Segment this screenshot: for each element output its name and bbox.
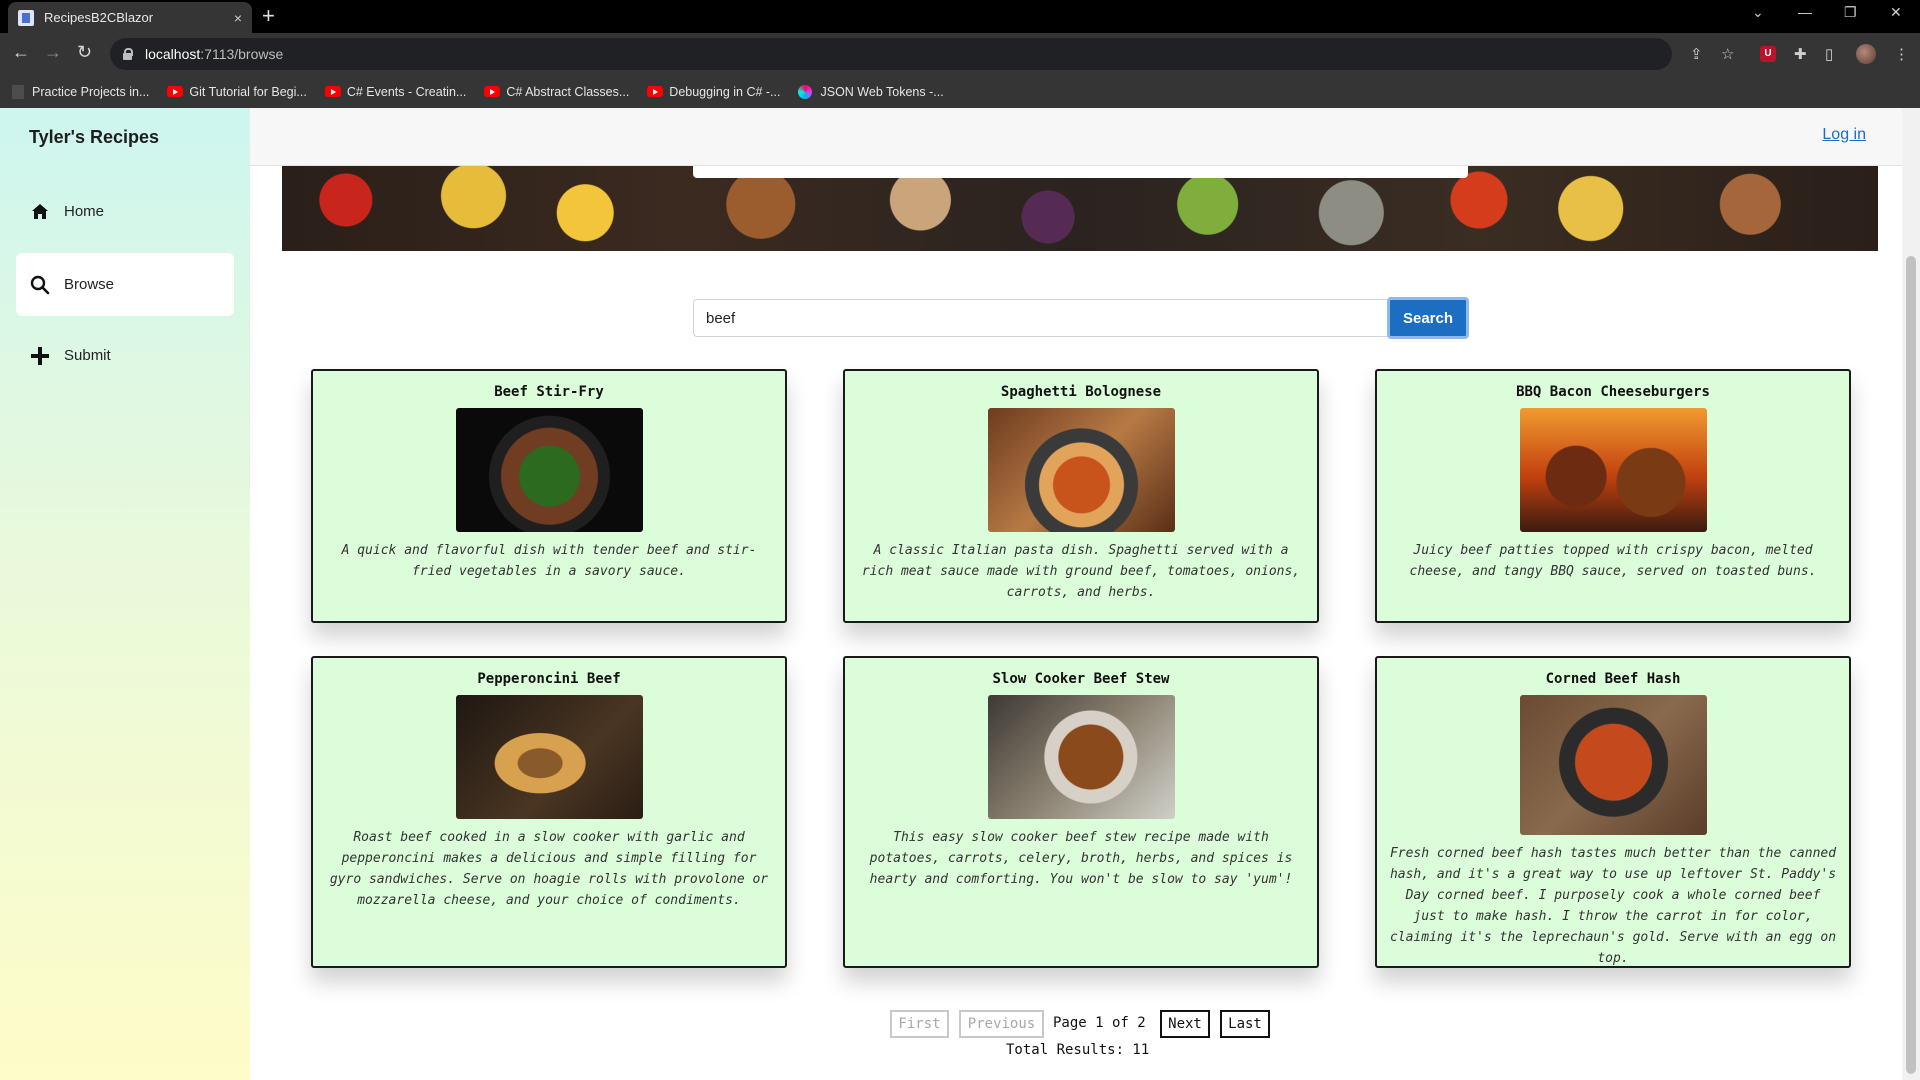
beef-stew-photo: [987, 695, 1175, 819]
recipe-title: Beef Stir-Fry: [494, 384, 604, 400]
recipe-card[interactable]: BBQ Bacon Cheeseburgers Juicy beef patti…: [1375, 369, 1851, 623]
bookmark-label: C# Events - Creatin...: [346, 84, 467, 99]
bookmark-item[interactable]: C# Events - Creatin...: [324, 84, 467, 99]
recipe-card[interactable]: Pepperoncini Beef Roast beef cooked in a…: [311, 656, 787, 968]
bookmark-label: Debugging in C# -...: [669, 84, 781, 99]
restore-icon[interactable]: ❐: [1844, 4, 1857, 21]
cheeseburger-photo: [1519, 408, 1707, 532]
banner-overlay: [693, 166, 1468, 178]
reload-icon[interactable]: ↻: [77, 42, 92, 63]
last-page-button[interactable]: Last: [1220, 1010, 1270, 1038]
login-link[interactable]: Log in: [1822, 126, 1866, 144]
recipe-card[interactable]: Spaghetti Bolognese A classic Italian pa…: [843, 369, 1319, 623]
extensions-puzzle-icon[interactable]: ✚: [1794, 45, 1807, 63]
ublock-extension-icon[interactable]: U: [1760, 46, 1776, 62]
tab-title: RecipesB2CBlazor: [44, 10, 154, 25]
bookmarks-bar: Practice Projects in... Git Tutorial for…: [0, 75, 1920, 108]
youtube-icon: [647, 86, 664, 97]
nav-browse-label: Browse: [64, 276, 115, 293]
recipe-title: Slow Cooker Beef Stew: [992, 671, 1170, 687]
recipe-description: Fresh corned beef hash tastes much bette…: [1389, 846, 1837, 966]
jwt-icon: [798, 84, 813, 99]
profile-avatar[interactable]: [1856, 44, 1876, 64]
bookmark-label: Git Tutorial for Begi...: [189, 84, 307, 99]
home-icon: [30, 202, 50, 222]
url-path: :7113/browse: [200, 46, 284, 62]
close-window-icon[interactable]: ✕: [1890, 4, 1902, 21]
previous-page-button[interactable]: Previous: [959, 1010, 1044, 1038]
stir-fry-photo: [455, 408, 643, 532]
page-scrollbar[interactable]: [1902, 108, 1920, 1080]
nav-submit-label: Submit: [64, 347, 111, 364]
search-button[interactable]: Search: [1387, 297, 1469, 339]
total-results: Total Results: 11: [1006, 1042, 1150, 1058]
recipe-description: A classic Italian pasta dish. Spaghetti …: [861, 543, 1301, 600]
recipe-card[interactable]: Slow Cooker Beef Stew This easy slow coo…: [843, 656, 1319, 968]
bookmark-item[interactable]: C# Abstract Classes...: [484, 85, 629, 99]
brand-title[interactable]: Tyler's Recipes: [29, 127, 159, 148]
recipe-description: Juicy beef patties topped with crispy ba…: [1409, 543, 1817, 579]
nav-home[interactable]: Home: [16, 180, 234, 243]
share-icon[interactable]: ⇪: [1690, 45, 1703, 63]
recipe-title: BBQ Bacon Cheeseburgers: [1516, 384, 1710, 400]
page-info: Page 1 of 2: [1053, 1015, 1146, 1031]
top-row: Log in: [250, 108, 1902, 166]
address-bar-row: ← → ↻ localhost:7113/browse ⇪ ☆ U ✚ ▯ ⋮: [0, 33, 1920, 75]
side-panel-icon[interactable]: ▯: [1825, 45, 1833, 63]
search-input[interactable]: [693, 299, 1387, 337]
recipe-title: Pepperoncini Beef: [477, 671, 621, 687]
recipe-title: Corned Beef Hash: [1545, 671, 1681, 687]
lock-icon: [122, 48, 133, 60]
url-field[interactable]: localhost:7113/browse: [110, 38, 1672, 70]
url-host: localhost: [145, 46, 201, 62]
first-page-button[interactable]: First: [890, 1010, 949, 1038]
bookmark-label: C# Abstract Classes...: [506, 84, 630, 99]
spaghetti-photo: [987, 408, 1175, 532]
next-page-button[interactable]: Next: [1160, 1010, 1210, 1038]
bookmark-star-icon[interactable]: ☆: [1721, 45, 1734, 63]
recipe-card[interactable]: Beef Stir-Fry A quick and flavorful dish…: [311, 369, 787, 623]
youtube-icon: [167, 86, 184, 97]
bookmark-label: Practice Projects in...: [32, 84, 150, 99]
nav-home-label: Home: [64, 203, 105, 220]
youtube-icon: [484, 86, 501, 97]
search-icon: [30, 275, 50, 295]
bookmark-item[interactable]: JSON Web Tokens -...: [798, 84, 944, 99]
sidebar: Tyler's Recipes Home Browse Submit: [0, 108, 250, 1080]
hero-banner-image: [282, 166, 1878, 251]
corned-beef-hash-photo: [1519, 695, 1707, 835]
nav-submit[interactable]: Submit: [16, 324, 234, 387]
tab-search-icon[interactable]: ⌄: [1752, 4, 1764, 21]
recipe-title: Spaghetti Bolognese: [1000, 384, 1162, 400]
scrollbar-thumb[interactable]: [1906, 256, 1916, 1074]
recipe-description: A quick and flavorful dish with tender b…: [341, 543, 757, 579]
plus-icon: [30, 346, 50, 366]
pepperoncini-sandwich-photo: [455, 695, 643, 819]
page-favicon-icon: [18, 9, 34, 26]
new-tab-button[interactable]: +: [262, 4, 275, 28]
back-icon[interactable]: ←: [12, 42, 30, 63]
recipe-card[interactable]: Corned Beef Hash Fresh corned beef hash …: [1375, 656, 1851, 968]
bookmark-item[interactable]: Git Tutorial for Begi...: [167, 84, 307, 99]
bookmark-label: JSON Web Tokens -...: [820, 84, 944, 99]
bookmark-item[interactable]: Practice Projects in...: [12, 84, 150, 99]
youtube-icon: [324, 86, 341, 97]
browser-menu-icon[interactable]: ⋮: [1894, 45, 1909, 63]
recipe-description: This easy slow cooker beef stew recipe m…: [869, 830, 1293, 887]
bookmark-item[interactable]: Debugging in C# -...: [647, 85, 780, 99]
document-icon: [12, 84, 24, 99]
tab-close-icon[interactable]: ×: [234, 10, 242, 26]
nav-browse[interactable]: Browse: [16, 253, 234, 316]
minimize-icon[interactable]: —: [1798, 4, 1812, 20]
recipe-description: Roast beef cooked in a slow cooker with …: [329, 830, 769, 908]
forward-icon[interactable]: →: [44, 42, 62, 63]
browser-tab[interactable]: RecipesB2CBlazor ×: [8, 2, 252, 33]
browser-tab-strip: RecipesB2CBlazor × + ⌄ — ❐ ✕: [0, 0, 1920, 33]
